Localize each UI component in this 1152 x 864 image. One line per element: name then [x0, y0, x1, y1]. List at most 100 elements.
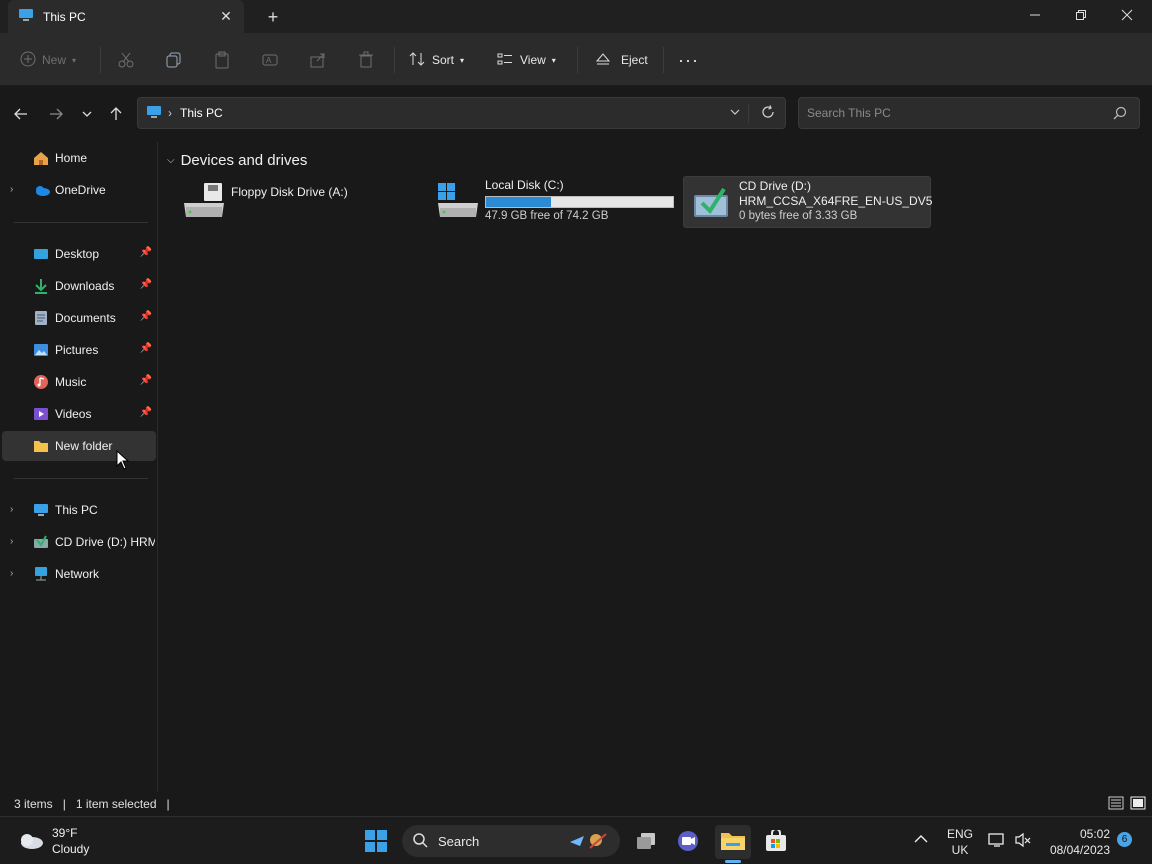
search-icon — [412, 832, 428, 851]
temperature: 39°F — [52, 826, 78, 840]
network-status-icon[interactable] — [988, 832, 1006, 851]
sort-button[interactable]: Sort ▾ — [408, 47, 464, 73]
notification-badge[interactable]: 6 — [1117, 832, 1132, 847]
search-icon[interactable] — [1113, 106, 1127, 123]
sidebar-item-onedrive[interactable]: › OneDrive — [2, 175, 156, 205]
chevron-right-icon[interactable]: › — [10, 184, 13, 195]
svg-text:A: A — [266, 56, 272, 65]
document-icon — [33, 310, 49, 326]
new-button[interactable]: New ▾ — [20, 47, 76, 73]
selection-count: 1 item selected — [75, 797, 157, 811]
desktop-icon — [33, 246, 49, 262]
sidebar-item-desktop[interactable]: Desktop 📌 — [2, 239, 156, 269]
address-dropdown-icon[interactable] — [729, 106, 741, 121]
share-icon[interactable] — [309, 47, 327, 73]
minimize-icon[interactable] — [1012, 0, 1058, 30]
close-window-icon[interactable] — [1104, 0, 1150, 30]
system-clock[interactable]: 05:02 08/04/2023 — [1040, 826, 1110, 858]
chevron-down-icon: ⌵ — [167, 155, 175, 166]
home-icon — [33, 150, 49, 166]
sidebar-item-home[interactable]: Home — [2, 143, 156, 173]
chevron-right-icon[interactable]: › — [10, 504, 13, 515]
pin-icon[interactable]: 📌 — [140, 375, 152, 386]
microsoft-store-button[interactable] — [758, 825, 794, 859]
taskbar: 39°F Cloudy Search ENG UK 05:02 08/04/20… — [0, 816, 1152, 864]
more-options-button[interactable]: ··· — [678, 47, 699, 73]
large-icons-view-icon[interactable] — [1130, 796, 1146, 813]
copy-icon[interactable] — [165, 47, 183, 73]
content-pane: ⌵ Devices and drives Floppy Disk Drive (… — [159, 142, 1152, 792]
chevron-right-icon[interactable]: › — [10, 568, 13, 579]
sidebar-item-this-pc[interactable]: › This PC — [2, 495, 156, 525]
eject-icon — [595, 51, 611, 70]
sidebar-item-documents[interactable]: Documents 📌 — [2, 303, 156, 333]
details-view-icon[interactable] — [1108, 796, 1124, 813]
view-button[interactable]: View ▾ — [496, 47, 556, 73]
address-bar[interactable]: › This PC — [137, 97, 786, 129]
drive-local-c[interactable]: Local Disk (C:) 47.9 GB free of 74.2 GB — [430, 175, 678, 228]
breadcrumb-separator-icon: › — [168, 106, 172, 120]
tab-this-pc[interactable]: This PC ✕ — [8, 0, 244, 33]
weather-condition: Cloudy — [52, 842, 90, 856]
chevron-right-icon[interactable]: › — [10, 536, 13, 547]
search-input[interactable] — [807, 106, 1107, 120]
input-language-indicator[interactable]: ENG UK — [944, 826, 976, 858]
download-icon — [33, 278, 49, 294]
hard-drive-icon — [436, 181, 480, 221]
pin-icon[interactable]: 📌 — [140, 247, 152, 258]
command-bar: New ▾ A Sort ▾ View ▾ Eject ··· — [0, 33, 1152, 86]
taskbar-search[interactable]: Search — [402, 825, 620, 857]
mouse-cursor-icon — [116, 449, 130, 473]
search-highlight-icon — [566, 830, 610, 855]
tab-title: This PC — [43, 9, 86, 24]
chat-icon — [676, 830, 700, 855]
breadcrumb-this-pc[interactable]: This PC — [180, 106, 223, 120]
sidebar-item-videos[interactable]: Videos 📌 — [2, 399, 156, 429]
teams-chat-button[interactable] — [670, 825, 706, 859]
show-hidden-icons-chevron-icon[interactable] — [914, 833, 928, 847]
sidebar-item-cd-drive[interactable]: › CD Drive (D:) HRM_ — [2, 527, 156, 557]
sidebar-item-pictures[interactable]: Pictures 📌 — [2, 335, 156, 365]
store-icon — [764, 827, 788, 855]
group-header-devices[interactable]: ⌵ Devices and drives — [167, 152, 307, 169]
pin-icon[interactable]: 📌 — [140, 407, 152, 418]
rename-icon[interactable]: A — [261, 47, 279, 73]
file-explorer-taskbar-button[interactable] — [715, 825, 751, 863]
video-icon — [33, 406, 49, 422]
monitor-icon — [146, 104, 162, 123]
drive-floppy[interactable]: Floppy Disk Drive (A:) — [176, 175, 424, 228]
pin-icon[interactable]: 📌 — [140, 343, 152, 354]
pictures-icon — [33, 342, 49, 358]
restore-icon[interactable] — [1058, 0, 1104, 30]
drive-cd-d[interactable]: CD Drive (D:) HRM_CCSA_X64FRE_EN-US_DV5 … — [683, 176, 932, 228]
sidebar-item-music[interactable]: Music 📌 — [2, 367, 156, 397]
cut-icon[interactable] — [117, 47, 135, 73]
sidebar-item-new-folder[interactable]: New folder — [2, 431, 156, 461]
paste-icon[interactable] — [213, 47, 231, 73]
cd-drive-icon — [690, 183, 734, 223]
delete-icon[interactable] — [357, 47, 375, 73]
start-button[interactable] — [358, 825, 394, 859]
volume-muted-icon[interactable] — [1014, 832, 1032, 851]
up-arrow-icon[interactable] — [105, 103, 127, 125]
music-icon — [33, 374, 49, 390]
search-box[interactable] — [798, 97, 1140, 129]
monitor-icon — [33, 502, 49, 518]
floppy-drive-icon — [182, 181, 226, 221]
refresh-icon[interactable] — [761, 105, 775, 122]
sidebar-item-downloads[interactable]: Downloads 📌 — [2, 271, 156, 301]
weather-widget[interactable]: 39°F Cloudy — [16, 825, 89, 857]
new-tab-button[interactable]: + — [262, 6, 284, 28]
recent-locations-chevron-icon[interactable] — [76, 103, 98, 125]
monitor-icon — [18, 7, 34, 26]
pin-icon[interactable]: 📌 — [140, 279, 152, 290]
back-arrow-icon[interactable] — [10, 103, 32, 125]
sidebar-item-network[interactable]: › Network — [2, 559, 156, 589]
folder-icon — [33, 438, 49, 454]
navigation-pane: Home › OneDrive Desktop 📌 Downloads 📌 Do… — [0, 142, 158, 792]
pin-icon[interactable]: 📌 — [140, 311, 152, 322]
close-tab-icon[interactable]: ✕ — [218, 8, 234, 24]
eject-button[interactable]: Eject — [595, 47, 648, 73]
task-view-button[interactable] — [628, 825, 664, 859]
forward-arrow-icon[interactable] — [45, 103, 67, 125]
